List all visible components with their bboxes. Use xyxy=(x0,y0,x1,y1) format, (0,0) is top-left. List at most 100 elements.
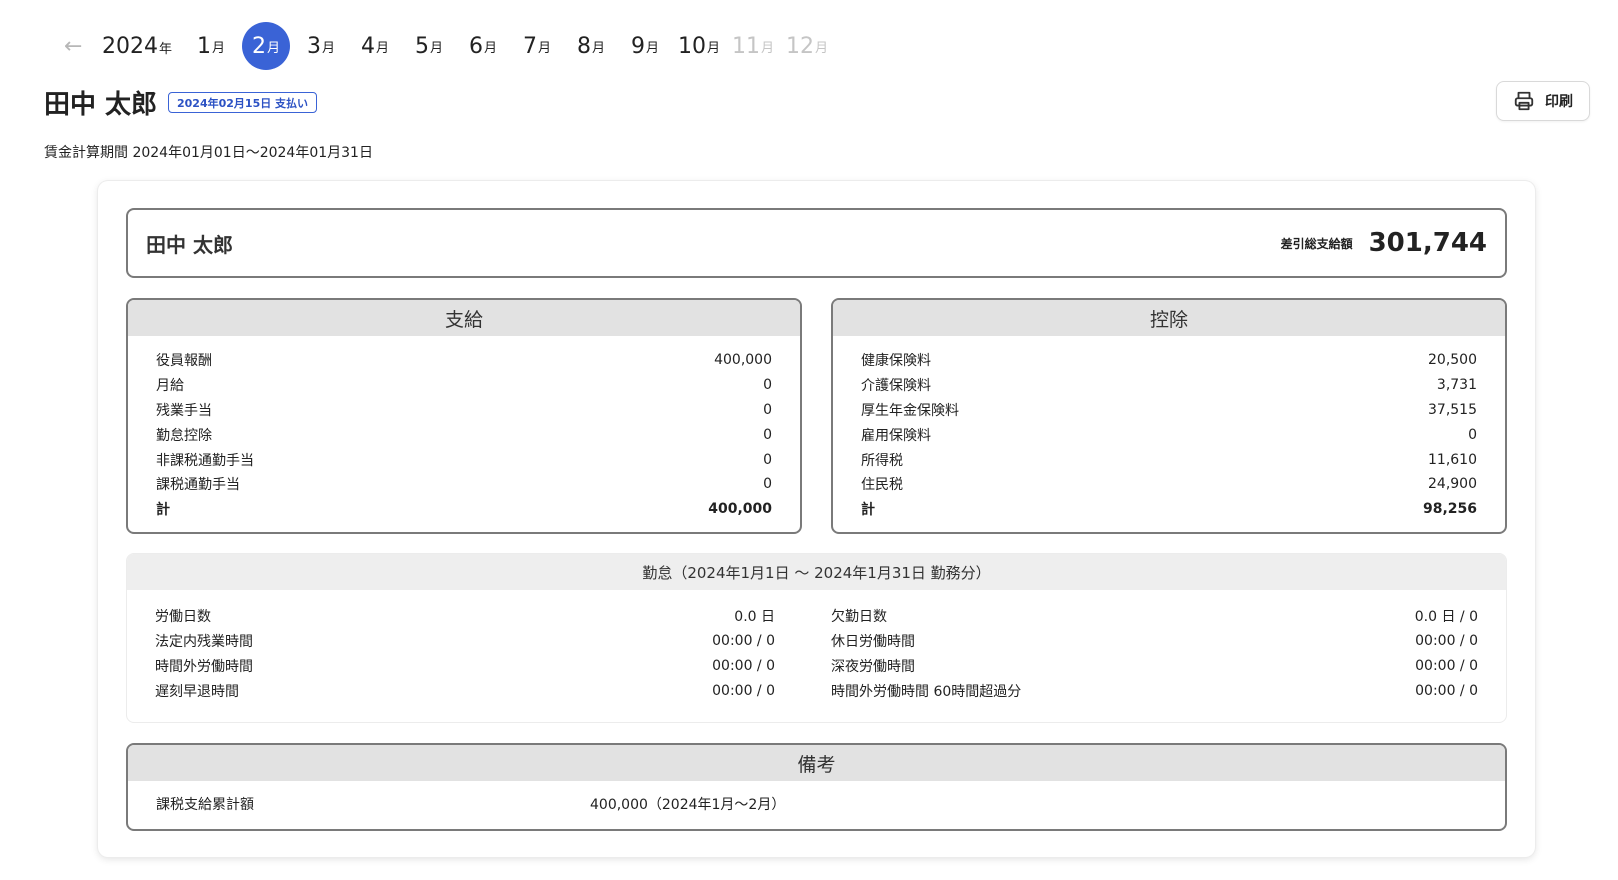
notes-panel: 備考 課税支給累計額 400,000（2024年1月〜2月） xyxy=(126,743,1507,831)
row-label: 所得税 xyxy=(861,452,903,469)
month-tab-3[interactable]: 3月 xyxy=(298,22,344,70)
month-tab-2[interactable]: 2月 xyxy=(242,22,291,70)
total-value: 400,000 xyxy=(708,501,772,518)
month-tab-4[interactable]: 4月 xyxy=(352,22,398,70)
table-row: 住民税 24,900 xyxy=(861,472,1477,497)
row-label: 残業手当 xyxy=(156,402,212,419)
summary-employee-name: 田中 太郎 xyxy=(146,232,233,257)
month-list: 1 月 2 月 3 月 4 月 5 月 6 月 7 月 8 月 9 月 10 月 11 月 12 月 xyxy=(188,22,838,70)
row-value: 0 xyxy=(763,426,772,443)
month-unit: 月 xyxy=(707,40,721,56)
month-number: 4 xyxy=(361,33,375,59)
wage-calculation-period: 賃金計算期間 2024年01月01日〜2024年01月31日 xyxy=(44,145,373,161)
month-unit: 月 xyxy=(212,40,226,56)
table-row: 介護保険料 3,731 xyxy=(861,373,1477,398)
month-unit: 月 xyxy=(430,40,444,56)
row-label: 介護保険料 xyxy=(861,378,931,395)
month-number: 2 xyxy=(252,33,266,59)
month-tab-7[interactable]: 7月 xyxy=(514,22,560,70)
total-row: 計 400,000 xyxy=(156,497,772,522)
attendance-label: 労働日数 xyxy=(155,609,211,626)
net-pay-label: 差引総支給額 xyxy=(1280,236,1353,251)
row-value: 37,515 xyxy=(1428,401,1477,418)
attendance-value: 00:00 / 0 xyxy=(712,633,775,650)
month-tab-6[interactable]: 6月 xyxy=(460,22,506,70)
payments-title: 支給 xyxy=(128,300,800,336)
month-tab-10[interactable]: 10 月 xyxy=(676,22,722,70)
year-label: 2024年 xyxy=(102,33,173,59)
notes-row: 課税支給累計額 400,000（2024年1月〜2月） xyxy=(128,781,1505,827)
total-value: 98,256 xyxy=(1422,501,1477,518)
month-number: 12 xyxy=(786,33,814,59)
row-label: 役員報酬 xyxy=(156,353,212,370)
attendance-label: 時間外労働時間 xyxy=(155,658,253,675)
month-number: 6 xyxy=(469,33,483,59)
month-tab-5[interactable]: 5月 xyxy=(406,22,452,70)
attendance-panel: 勤怠（2024年1月1日 〜 2024年1月31日 勤務分） 労働日数 0.0 日… xyxy=(126,553,1507,723)
notes-title: 備考 xyxy=(128,745,1505,781)
table-row: 残業手当 0 xyxy=(156,398,772,423)
row-value: 400,000 xyxy=(714,352,772,369)
printer-icon xyxy=(1514,91,1534,111)
row-value: 0 xyxy=(763,476,772,493)
table-row: 勤怠控除 0 xyxy=(156,422,772,447)
total-row: 計 98,256 xyxy=(861,497,1477,522)
notes-value: 400,000（2024年1月〜2月） xyxy=(590,797,786,813)
month-number: 7 xyxy=(523,33,537,59)
row-value: 20,500 xyxy=(1428,352,1477,369)
attendance-value: 00:00 / 0 xyxy=(1415,657,1478,674)
row-value: 11,610 xyxy=(1428,451,1477,468)
month-tab-12: 12 月 xyxy=(784,22,830,70)
month-unit: 月 xyxy=(761,40,775,56)
arrow-left-icon[interactable]: ← xyxy=(64,34,88,59)
row-value: 24,900 xyxy=(1428,476,1477,493)
notes-label: 課税支給累計額 xyxy=(156,797,254,813)
deductions-panel: 控除 健康保険料 20,500 介護保険料 3,731 厚生年金保険料 37,515 雇用保… xyxy=(831,298,1507,534)
month-tab-9[interactable]: 9月 xyxy=(622,22,668,70)
attendance-label: 休日労働時間 xyxy=(831,634,915,651)
deductions-rows: 健康保険料 20,500 介護保険料 3,731 厚生年金保険料 37,515 雇用保険料 0… xyxy=(833,336,1505,522)
month-navigation: ← 2024年 1 月 2 月 3 月 4 月 5 月 6 月 7 月 8 月 9 月 10 月 11 月 12 月 xyxy=(64,22,838,70)
attendance-title: 勤怠（2024年1月1日 〜 2024年1月31日 勤務分） xyxy=(127,554,1506,590)
month-number: 5 xyxy=(415,33,429,59)
month-unit: 月 xyxy=(267,40,281,56)
print-button[interactable]: 印刷 xyxy=(1496,81,1590,121)
attendance-value: 0.0 日 / 0 xyxy=(1414,609,1478,626)
attendance-row: 遅刻早退時間 00:00 / 0 xyxy=(155,678,775,703)
row-label: 月給 xyxy=(156,378,184,395)
month-unit: 月 xyxy=(592,40,606,56)
attendance-value: 00:00 / 0 xyxy=(712,657,775,674)
month-tab-1[interactable]: 1月 xyxy=(188,22,234,70)
deductions-title: 控除 xyxy=(833,300,1505,336)
attendance-row: 法定内残業時間 00:00 / 0 xyxy=(155,629,775,654)
payments-rows: 役員報酬 400,000 月給 0 残業手当 0 勤怠控除 0 非課税通勤手当 0 課税通勤手当 0 計… xyxy=(128,336,800,522)
month-number: 3 xyxy=(307,33,321,59)
month-unit: 月 xyxy=(815,40,829,56)
page-title: 田中 太郎 xyxy=(44,90,158,120)
row-value: 0 xyxy=(1468,426,1477,443)
month-unit: 月 xyxy=(484,40,498,56)
attendance-value: 00:00 / 0 xyxy=(1415,682,1478,699)
table-row: 厚生年金保険料 37,515 xyxy=(861,398,1477,423)
month-tab-8[interactable]: 8月 xyxy=(568,22,614,70)
month-number: 9 xyxy=(631,33,645,59)
payslip-summary: 田中 太郎 差引総支給額 301,744 xyxy=(126,208,1507,278)
attendance-label: 遅刻早退時間 xyxy=(155,683,239,700)
net-pay-value: 301,744 xyxy=(1368,228,1487,258)
month-number: 8 xyxy=(577,33,591,59)
attendance-right-column: 欠勤日数 0.0 日 / 0 休日労働時間 00:00 / 0 深夜労働時間 00:00 … xyxy=(803,604,1506,703)
table-row: 月給 0 xyxy=(156,373,772,398)
month-number: 1 xyxy=(197,33,211,59)
attendance-label: 欠勤日数 xyxy=(831,609,887,626)
attendance-row: 欠勤日数 0.0 日 / 0 xyxy=(831,604,1478,629)
attendance-label: 時間外労働時間 60時間超過分 xyxy=(831,683,1022,700)
row-value: 3,731 xyxy=(1436,377,1477,394)
payslip-card: 田中 太郎 差引総支給額 301,744 支給 役員報酬 400,000 月給 0 残業… xyxy=(98,181,1535,857)
row-label: 課税通勤手当 xyxy=(156,477,240,494)
table-row: 健康保険料 20,500 xyxy=(861,348,1477,373)
attendance-label: 深夜労働時間 xyxy=(831,658,915,675)
attendance-row: 労働日数 0.0 日 xyxy=(155,604,775,629)
attendance-label: 法定内残業時間 xyxy=(155,634,253,651)
table-row: 役員報酬 400,000 xyxy=(156,348,772,373)
attendance-value: 0.0 日 xyxy=(734,609,775,626)
